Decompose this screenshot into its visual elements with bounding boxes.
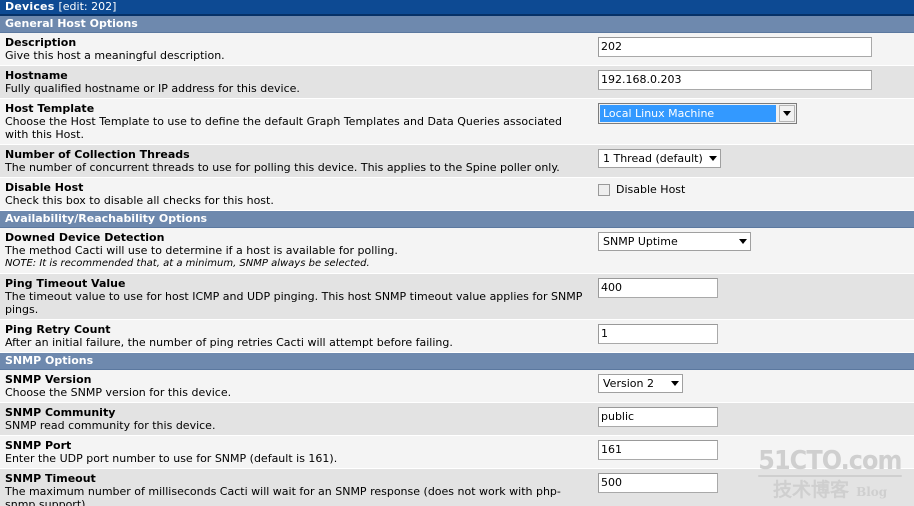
row-description-field (592, 33, 914, 60)
field-description: The method Cacti will use to determine i… (5, 244, 398, 257)
hostname-input[interactable] (598, 70, 872, 90)
row-collection-threads-label: Number of Collection Threads The number … (0, 145, 592, 177)
field-note: NOTE: It is recommended that, at a minim… (5, 258, 370, 269)
row-hostname-field (592, 66, 914, 93)
row-downed-device-detection: Downed Device Detection The method Cacti… (0, 228, 914, 274)
snmp-port-input[interactable] (598, 440, 718, 460)
field-description: Give this host a meaningful description. (5, 49, 225, 62)
row-snmp-port-label: SNMP Port Enter the UDP port number to u… (0, 436, 592, 468)
field-label: SNMP Timeout (5, 472, 96, 485)
disable-host-checkbox-label: Disable Host (616, 183, 686, 196)
row-host-template-label: Host Template Choose the Host Template t… (0, 99, 592, 144)
snmp-timeout-input[interactable] (598, 473, 718, 493)
collection-threads-selected-value: 1 Thread (default) (603, 152, 703, 165)
row-snmp-timeout-field (592, 469, 914, 496)
row-snmp-community: SNMP Community SNMP read community for t… (0, 403, 914, 436)
field-description: Enter the UDP port number to use for SNM… (5, 452, 338, 465)
row-ping-timeout-label: Ping Timeout Value The timeout value to … (0, 274, 592, 319)
row-host-template: Host Template Choose the Host Template t… (0, 99, 914, 145)
row-snmp-timeout-label: SNMP Timeout The maximum number of milli… (0, 469, 592, 506)
field-description: Fully qualified hostname or IP address f… (5, 82, 300, 95)
row-hostname-label: Hostname Fully qualified hostname or IP … (0, 66, 592, 98)
row-disable-host: Disable Host Check this box to disable a… (0, 178, 914, 211)
snmp-version-selected-value: Version 2 (603, 377, 654, 390)
field-label: Host Template (5, 102, 95, 115)
field-description: Choose the Host Template to use to defin… (5, 115, 563, 141)
host-template-selected-value: Local Linux Machine (600, 105, 776, 122)
field-description: The timeout value to use for host ICMP a… (5, 290, 583, 316)
row-snmp-community-field (592, 403, 914, 430)
row-snmp-timeout: SNMP Timeout The maximum number of milli… (0, 469, 914, 506)
row-snmp-community-label: SNMP Community SNMP read community for t… (0, 403, 592, 435)
row-collection-threads: Number of Collection Threads The number … (0, 145, 914, 178)
chevron-down-icon (667, 375, 682, 392)
row-disable-host-field: Disable Host (592, 178, 914, 199)
row-host-template-field: Local Linux Machine (592, 99, 914, 127)
field-description: SNMP read community for this device. (5, 419, 216, 432)
field-description: The number of concurrent threads to use … (5, 161, 560, 174)
row-snmp-version-label: SNMP Version Choose the SNMP version for… (0, 370, 592, 402)
row-ping-retry: Ping Retry Count After an initial failur… (0, 320, 914, 353)
field-label: Number of Collection Threads (5, 148, 190, 161)
row-ping-retry-label: Ping Retry Count After an initial failur… (0, 320, 592, 352)
field-label: SNMP Port (5, 439, 72, 452)
field-label: Downed Device Detection (5, 231, 165, 244)
row-description-label: Description Give this host a meaningful … (0, 33, 592, 65)
row-downed-device-detection-field: SNMP Uptime (592, 228, 914, 254)
row-collection-threads-field: 1 Thread (default) (592, 145, 914, 171)
ping-retry-input[interactable] (598, 324, 718, 344)
field-description: After an initial failure, the number of … (5, 336, 453, 349)
section-header-snmp: SNMP Options (0, 353, 914, 370)
chevron-down-icon (735, 233, 750, 250)
downed-device-detection-select[interactable]: SNMP Uptime (598, 232, 751, 251)
row-description: Description Give this host a meaningful … (0, 33, 914, 66)
field-label: Disable Host (5, 181, 84, 194)
row-disable-host-label: Disable Host Check this box to disable a… (0, 178, 592, 210)
ping-timeout-input[interactable] (598, 278, 718, 298)
row-hostname: Hostname Fully qualified hostname or IP … (0, 66, 914, 99)
snmp-version-select[interactable]: Version 2 (598, 374, 683, 393)
collection-threads-select[interactable]: 1 Thread (default) (598, 149, 721, 168)
row-downed-device-detection-label: Downed Device Detection The method Cacti… (0, 228, 592, 273)
row-snmp-port-field (592, 436, 914, 463)
snmp-community-input[interactable] (598, 407, 718, 427)
downed-device-detection-selected-value: SNMP Uptime (603, 235, 678, 248)
field-label: Hostname (5, 69, 68, 82)
row-ping-timeout: Ping Timeout Value The timeout value to … (0, 274, 914, 320)
row-snmp-version-field: Version 2 (592, 370, 914, 396)
host-template-select[interactable]: Local Linux Machine (598, 103, 797, 124)
field-description: Check this box to disable all checks for… (5, 194, 274, 207)
page-title-context: [edit: 202] (58, 0, 117, 13)
row-ping-retry-field (592, 320, 914, 347)
row-snmp-version: SNMP Version Choose the SNMP version for… (0, 370, 914, 403)
field-label: SNMP Version (5, 373, 92, 386)
page-title: Devices (5, 0, 55, 13)
row-ping-timeout-field (592, 274, 914, 301)
field-label: Ping Retry Count (5, 323, 111, 336)
chevron-down-icon (779, 105, 795, 122)
field-label: Description (5, 36, 77, 49)
section-header-general: General Host Options (0, 16, 914, 33)
description-input[interactable] (598, 37, 872, 57)
disable-host-checkbox[interactable] (598, 183, 610, 196)
page-title-bar: Devices [edit: 202] (0, 0, 914, 16)
chevron-down-icon (705, 150, 720, 167)
disable-host-checkbox-wrap[interactable]: Disable Host (598, 182, 914, 196)
row-snmp-port: SNMP Port Enter the UDP port number to u… (0, 436, 914, 469)
cacti-device-edit-page: Devices [edit: 202] General Host Options… (0, 0, 914, 506)
field-label: SNMP Community (5, 406, 116, 419)
section-header-availability: Availability/Reachability Options (0, 211, 914, 228)
field-label: Ping Timeout Value (5, 277, 126, 290)
field-description: The maximum number of milliseconds Cacti… (5, 485, 561, 506)
field-description: Choose the SNMP version for this device. (5, 386, 232, 399)
